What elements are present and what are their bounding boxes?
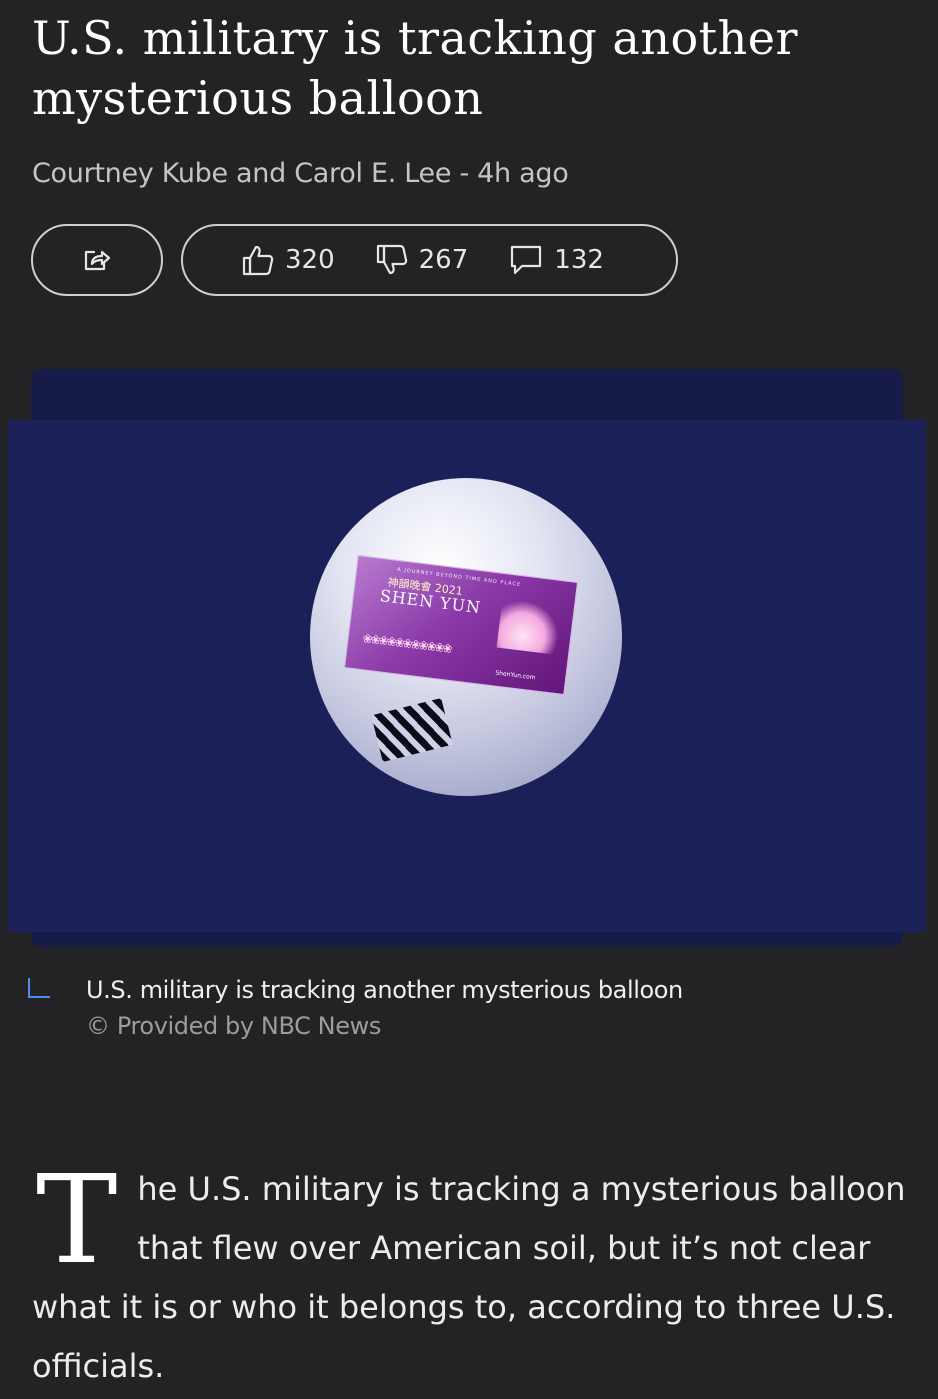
dancers-row-graphic: ❀❀❀❀❀❀❀❀❀❀❀ xyxy=(361,631,452,656)
like-count: 320 xyxy=(285,245,335,275)
image-caption: U.S. military is tracking another myster… xyxy=(86,976,683,1004)
share-button[interactable] xyxy=(31,224,163,296)
thumbs-up-icon xyxy=(242,245,274,276)
share-icon xyxy=(84,250,111,271)
comment-icon xyxy=(511,245,542,275)
comment-count: 132 xyxy=(554,245,604,275)
ticket-website: ShenYun.com xyxy=(494,669,536,682)
thumbs-down-icon xyxy=(376,244,407,275)
article-body: The U.S. military is tracking a mysterio… xyxy=(32,1149,912,1396)
article-paragraph: he U.S. military is tracking a mysteriou… xyxy=(32,1170,906,1385)
dancer-graphic xyxy=(496,597,563,655)
caption-corner-icon xyxy=(28,978,50,998)
article-byline[interactable]: Courtney Kube and Carol E. Lee - 4h ago xyxy=(32,158,569,189)
drop-cap: T xyxy=(36,1149,118,1291)
comments-button[interactable]: 132 xyxy=(508,244,604,276)
article-image[interactable]: A JOURNEY BEYOND TIME AND PLACE 神韻晚會 202… xyxy=(8,420,926,932)
article-headline: U.S. military is tracking another myster… xyxy=(32,11,798,125)
dislike-button[interactable]: 267 xyxy=(375,243,469,277)
image-credit: © Provided by NBC News xyxy=(86,1012,381,1040)
reactions-bar: 320 267 132 xyxy=(181,224,678,296)
dislike-count: 267 xyxy=(418,245,469,275)
like-button[interactable]: 320 xyxy=(241,243,335,277)
